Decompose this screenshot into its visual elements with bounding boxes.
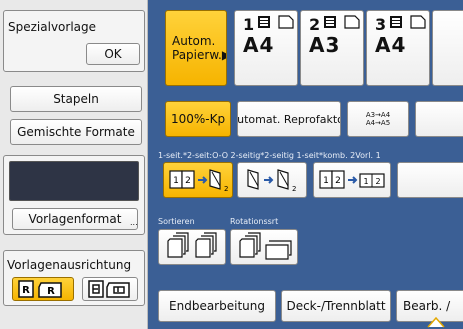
svg-text:R: R [22, 285, 30, 296]
auto-paper-label-2: Papierw.▶ [172, 48, 226, 62]
tray-2-button[interactable]: 2 A3 [300, 10, 364, 86]
svg-text:2: 2 [375, 177, 380, 186]
duplex-caption: 1-seit.*2-seit:O-O 2-seitig*2-seitig 1-s… [158, 151, 381, 160]
gemischte-formate-button[interactable]: Gemischte Formate [10, 119, 142, 145]
ok-button[interactable]: OK [86, 43, 140, 65]
sort-stack-icon [167, 232, 217, 258]
tray-2-size: A3 [309, 33, 341, 57]
vorlagenformat-label: Vorlagenformat [28, 212, 122, 226]
svg-text:1: 1 [363, 177, 368, 186]
svg-text:R: R [47, 286, 55, 297]
scroll-up-triangle-icon [427, 316, 445, 328]
one-to-two-sided-icon: 1 2 2 [169, 169, 228, 193]
auto-reduce-enlarge-button[interactable]: Automat. Reprofaktor [237, 101, 341, 137]
auto-paper-select-button[interactable]: Autom. Papierw.▶ [165, 10, 227, 86]
orientation-upright-button[interactable]: R R [12, 277, 74, 301]
svg-text:2: 2 [292, 185, 296, 193]
svg-text:2: 2 [335, 176, 341, 186]
tray-2-number: 2 [309, 15, 321, 34]
more-dots-icon: ... [130, 218, 138, 227]
full-size-button[interactable]: 100%-Kp [165, 101, 231, 137]
tray-1-size: A4 [243, 33, 275, 57]
vorlagenausrichtung-label: Vorlagenausrichtung [7, 258, 132, 272]
svg-text:2: 2 [224, 185, 228, 193]
left-panel: Spezialvorlage OK Stapeln Gemischte Form… [0, 0, 148, 329]
deck-trennblatt-button[interactable]: Deck-/Trennblatt [281, 290, 391, 322]
svg-text:1: 1 [323, 176, 329, 186]
sortieren-label: Sortieren [158, 217, 195, 226]
vorlagenformat-group: Vorlagenformat ... [3, 155, 145, 235]
rotation-sort-icon [239, 232, 292, 260]
stapeln-button[interactable]: Stapeln [10, 86, 142, 112]
orientation-sideways-button[interactable] [82, 277, 138, 301]
paper-tray-icon [258, 15, 294, 29]
tray-3-number: 3 [375, 15, 387, 34]
rotationssortieren-label: Rotationssrt [230, 217, 279, 226]
rotation-sort-button[interactable] [230, 229, 298, 265]
duplex-combine-button[interactable]: 1 2 1 2 [313, 162, 391, 198]
tray-1-number: 1 [243, 15, 255, 34]
reduce-preset-line-2: A4→A5 [365, 119, 391, 127]
vorlagenformat-display [9, 161, 139, 201]
reduce-preset-line-1: A3→A4 [365, 111, 391, 119]
bearb-label: Bearb. / [403, 299, 451, 313]
duplex-1to2-button[interactable]: 1 2 2 [163, 162, 233, 198]
tray-1-button[interactable]: 1 A4 [234, 10, 298, 86]
tray-3-button[interactable]: 3 A4 [366, 10, 430, 86]
sideways-orientation-icon [88, 280, 130, 298]
paper-tray-icon [324, 15, 360, 29]
ausrichtung-group: Vorlagenausrichtung R R [3, 250, 145, 306]
spezialvorlage-label: Spezialvorlage [8, 20, 97, 34]
play-arrow-icon: ▶ [222, 48, 226, 62]
combine-originals-icon: 1 2 1 2 [319, 170, 385, 189]
two-to-two-sided-icon: 2 [247, 169, 296, 193]
paper-tray-icon [390, 15, 426, 29]
reduce-preset-button[interactable]: A3→A4 A4→A5 [347, 101, 409, 137]
duplex-more-button-partial[interactable] [397, 162, 463, 198]
spezialvorlage-group: Spezialvorlage OK [3, 10, 145, 72]
tray-4-button-partial[interactable] [432, 10, 463, 86]
vorlagenformat-button[interactable]: Vorlagenformat [12, 208, 138, 230]
auto-paper-label-1: Autom. [172, 34, 216, 48]
ratio-more-button-partial[interactable] [415, 101, 463, 137]
tray-3-size: A4 [375, 33, 407, 57]
duplex-2to2-button[interactable]: 2 [237, 162, 307, 198]
upright-orientation-icon: R R [18, 280, 62, 298]
endbearbeitung-button[interactable]: Endbearbeitung [158, 290, 276, 322]
svg-text:2: 2 [185, 176, 191, 186]
svg-text:1: 1 [173, 176, 179, 186]
right-panel: Autom. Papierw.▶ 1 A4 2 A3 3 A4 100%-Kp … [148, 0, 463, 329]
sort-button[interactable] [158, 229, 226, 265]
